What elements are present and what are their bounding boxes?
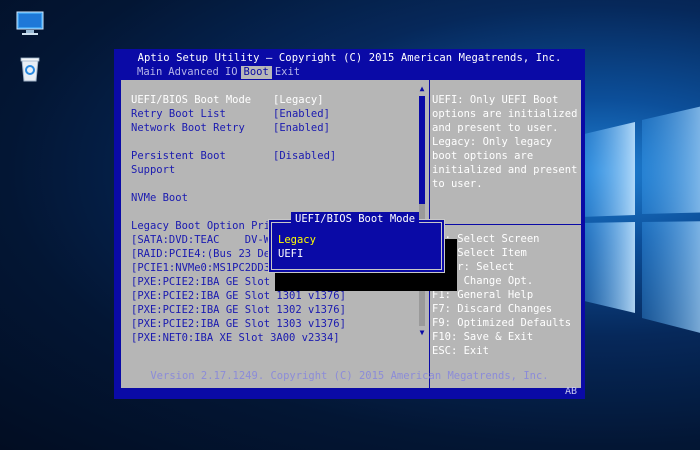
help-line: UEFI: Only UEFI Boot bbox=[432, 94, 559, 106]
tab-io[interactable]: IO bbox=[222, 66, 241, 79]
setting-retry-boot-label[interactable]: Retry Boot List bbox=[131, 107, 226, 121]
setting-network-retry-label[interactable]: Network Boot Retry bbox=[131, 121, 245, 135]
help-line: boot options are bbox=[432, 150, 534, 162]
boot-device-item[interactable]: [PXE:PCIE2:IBA GE Slot 1301 v1376] bbox=[131, 289, 346, 303]
setting-retry-boot-value[interactable]: [Enabled] bbox=[273, 107, 330, 121]
setting-nvme-boot-label[interactable]: NVMe Boot bbox=[131, 191, 188, 205]
key-help-line: ESC: Exit bbox=[432, 345, 489, 357]
boot-device-item[interactable]: [PXE:PCIE2:IBA GE Slot 1302 v1376] bbox=[131, 303, 346, 317]
bios-title: Aptio Setup Utility – Copyright (C) 2015… bbox=[137, 52, 562, 64]
popup-option-legacy[interactable]: Legacy bbox=[278, 233, 316, 247]
boot-mode-popup: UEFI/BIOS Boot Mode Legacy UEFI bbox=[268, 212, 445, 273]
help-line: and present to user. bbox=[432, 122, 559, 134]
this-pc-icon[interactable] bbox=[14, 8, 46, 40]
boot-device-item[interactable]: [SATA:DVD:TEAC DV-W bbox=[131, 233, 270, 247]
boot-device-item[interactable]: [RAID:PCIE4:(Bus 23 Dev bbox=[131, 247, 276, 261]
help-line: options are initialized bbox=[432, 108, 578, 120]
tab-advanced[interactable]: Advanced bbox=[165, 66, 222, 79]
help-line: to user. bbox=[432, 178, 483, 190]
help-line: initialized and present bbox=[432, 164, 578, 176]
key-help-line: F10: Save & Exit bbox=[432, 331, 534, 343]
setting-persistent-boot-label[interactable]: Persistent Boot bbox=[131, 149, 226, 163]
setting-network-retry-value[interactable]: [Enabled] bbox=[273, 121, 330, 135]
scrollbar-thumb[interactable] bbox=[419, 96, 425, 204]
setting-persistent-boot-label-2: Support bbox=[131, 164, 176, 176]
setting-boot-mode-value[interactable]: [Legacy] bbox=[273, 93, 324, 107]
scroll-down-arrow-icon[interactable]: ▼ bbox=[417, 328, 427, 338]
popup-title: UEFI/BIOS Boot Mode bbox=[291, 212, 420, 226]
bios-setup-window: Aptio Setup Utility – Copyright (C) 2015… bbox=[114, 49, 585, 399]
tab-main[interactable]: Main bbox=[134, 66, 165, 79]
boot-device-item[interactable]: [PXE:PCIE2:IBA GE Slot 1303 v1376] bbox=[131, 317, 346, 331]
help-text: UEFI: Only UEFI Boot options are initial… bbox=[432, 80, 580, 191]
legacy-boot-header: Legacy Boot Option Pri bbox=[131, 220, 271, 232]
tab-boot[interactable]: Boot bbox=[240, 66, 272, 79]
boot-device-item[interactable]: [PXE:NET0:IBA XE Slot 3A00 v2334] bbox=[131, 331, 340, 345]
bios-footer: Version 2.17.1249. Copyright (C) 2015 Am… bbox=[150, 370, 549, 382]
status-badge: AB bbox=[564, 386, 577, 397]
key-help-line: F9: Optimized Defaults bbox=[432, 317, 572, 329]
popup-option-uefi[interactable]: UEFI bbox=[278, 247, 303, 261]
help-divider bbox=[430, 224, 581, 225]
scroll-up-arrow-icon[interactable]: ▲ bbox=[417, 84, 427, 94]
tab-exit[interactable]: Exit bbox=[272, 66, 303, 79]
help-line: Legacy: Only legacy bbox=[432, 136, 553, 148]
recycle-bin-icon[interactable] bbox=[14, 52, 46, 84]
setting-boot-mode-label[interactable]: UEFI/BIOS Boot Mode bbox=[131, 93, 251, 107]
setting-persistent-boot-value[interactable]: [Disabled] bbox=[273, 149, 336, 163]
boot-panel: UEFI/BIOS Boot Mode [Legacy] Retry Boot … bbox=[121, 80, 581, 388]
key-help-line: F7: Discard Changes bbox=[432, 303, 553, 315]
menu-bar: Main Advanced IO Boot Exit bbox=[134, 66, 303, 79]
